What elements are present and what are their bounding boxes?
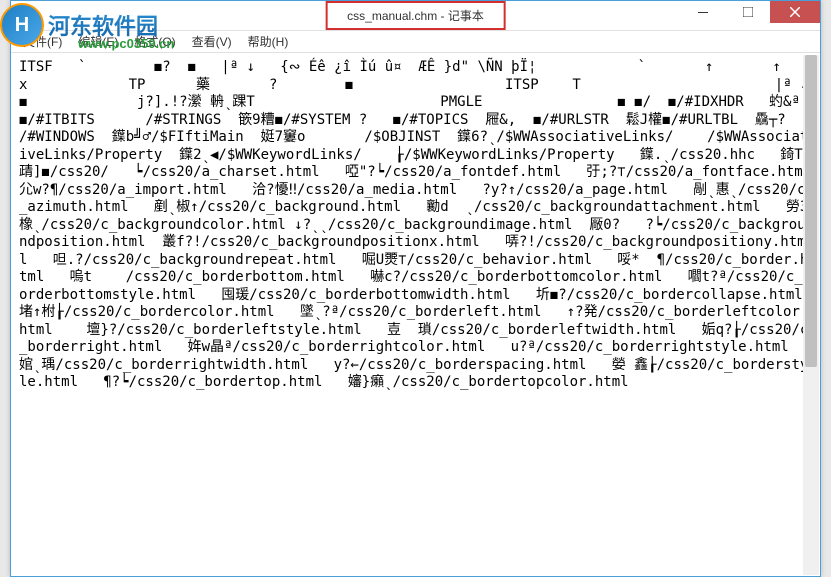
text-content[interactable]: ITSF ` ◼? ◼ |ª ↓ {∾ Éê ¿î Ìú û¤ ÆÊ }d" \… bbox=[11, 53, 820, 574]
window-title: css_manual.chm - 记事本 bbox=[325, 1, 506, 30]
vertical-scrollbar[interactable] bbox=[803, 55, 819, 575]
watermark-logo: H 河东软件园 www.pc0359.cn bbox=[0, 0, 200, 50]
minimize-button[interactable] bbox=[680, 1, 725, 23]
scroll-thumb[interactable] bbox=[805, 55, 817, 367]
notepad-window: css_manual.chm - 记事本 文件(F) 编辑(E) 格式(O) 查… bbox=[10, 0, 821, 577]
menu-help[interactable]: 帮助(H) bbox=[240, 31, 297, 52]
close-button[interactable] bbox=[770, 1, 820, 23]
window-controls bbox=[680, 1, 820, 23]
logo-url: www.pc0359.cn bbox=[78, 36, 174, 51]
logo-icon: H bbox=[0, 3, 44, 47]
maximize-button[interactable] bbox=[725, 1, 770, 23]
